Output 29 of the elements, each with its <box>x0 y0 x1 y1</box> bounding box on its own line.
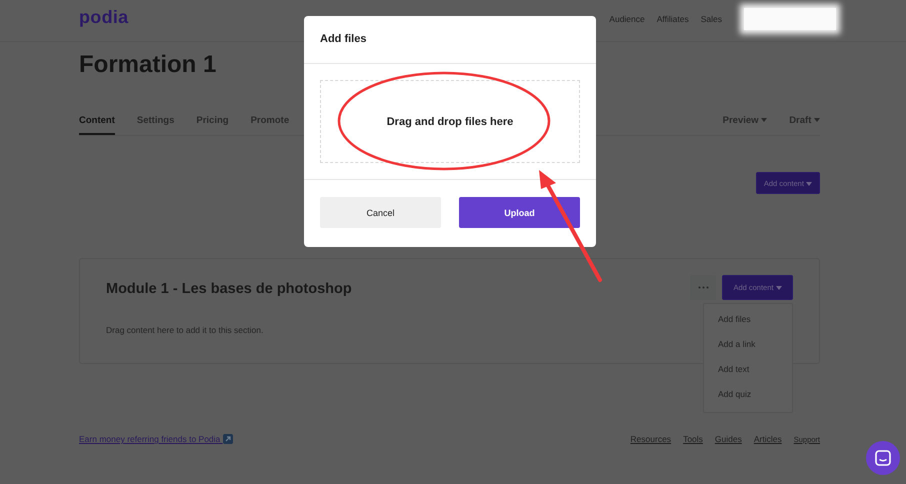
chat-icon <box>875 450 891 466</box>
menu-item[interactable]: Add files <box>704 308 792 333</box>
external-link-icon <box>222 434 233 444</box>
caret-icon <box>776 286 782 290</box>
cancel-button[interactable]: Cancel <box>320 197 441 228</box>
nav-link[interactable]: Affiliates <box>656 14 689 24</box>
page-title: Formation 1 <box>79 51 218 79</box>
tab[interactable]: Content <box>79 112 115 135</box>
footer-link[interactable]: Resources <box>630 434 672 444</box>
nav-link[interactable]: Sales <box>700 14 722 24</box>
menu-item[interactable]: Add text <box>704 358 792 383</box>
drop-hint: Drag content here to add it to this section. <box>106 325 264 335</box>
nav-link[interactable]: Audience <box>609 14 645 24</box>
caret-icon <box>806 182 812 186</box>
footer-link[interactable]: Tools <box>683 434 703 444</box>
upload-button[interactable]: Upload <box>459 197 580 228</box>
footer-link[interactable]: Articles <box>754 434 782 444</box>
chat-button[interactable] <box>866 441 900 475</box>
logo[interactable]: podia <box>79 7 128 28</box>
menu-item[interactable]: Add quiz <box>704 383 792 408</box>
referral-link[interactable]: Earn money referring friends to Podia <box>79 434 233 444</box>
more-icon <box>698 286 708 289</box>
module-title: Module 1 - Les bases de photoshop <box>106 281 352 299</box>
footer-link[interactable]: Guides <box>714 434 742 444</box>
dropzone[interactable]: Drag and drop files here <box>320 80 580 163</box>
modal-title: Add files <box>304 16 596 64</box>
caret-icon <box>761 118 768 122</box>
caret-icon <box>814 118 820 122</box>
menu-item[interactable]: Add a link <box>704 333 792 358</box>
